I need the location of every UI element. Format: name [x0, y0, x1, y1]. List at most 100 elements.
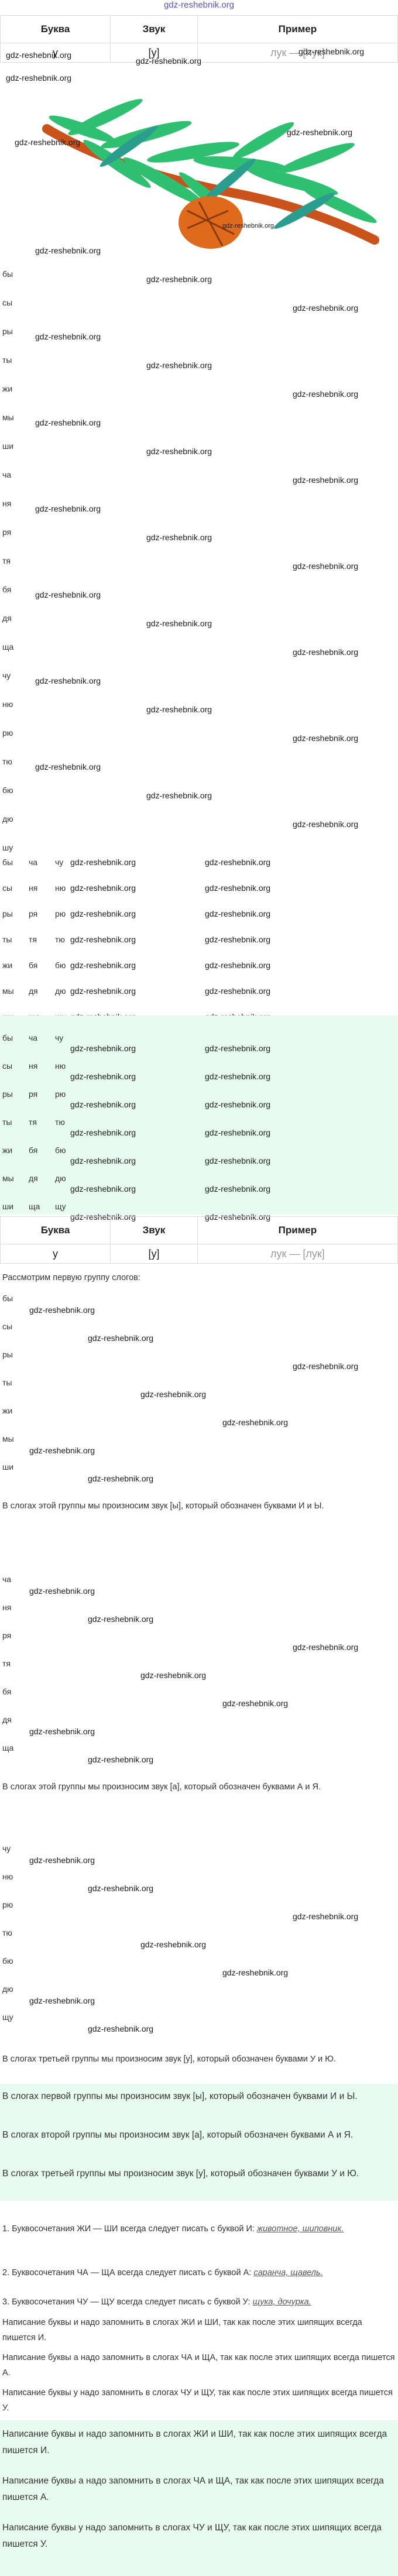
- watermark: gdz-reshebnik.org: [70, 961, 136, 970]
- grid-green-col2-item: ча: [29, 1033, 38, 1042]
- watermark: gdz-reshebnik.org: [35, 590, 101, 599]
- watermark: gdz-reshebnik.org: [146, 791, 212, 800]
- syllable-item: ры: [2, 327, 13, 336]
- header-example: Пример: [197, 15, 398, 43]
- grid-col3-item: рю: [55, 909, 66, 918]
- group3-item: щу: [2, 2012, 13, 2022]
- note-repeat-3: Написание буквы у надо запомнить в слога…: [2, 2523, 382, 2549]
- watermark: gdz-reshebnik.org: [222, 1699, 289, 1708]
- pine-branch-illustration: [35, 94, 386, 254]
- watermark: gdz-reshebnik.org: [205, 1072, 271, 1081]
- watermark: gdz-reshebnik.org: [140, 1390, 207, 1399]
- watermark: gdz-reshebnik.org: [88, 1884, 154, 1893]
- site-title[interactable]: gdz-reshebnik.org: [0, 0, 398, 13]
- grid-col3-item: дю: [55, 986, 66, 996]
- watermark: gdz-reshebnik.org: [29, 1855, 95, 1865]
- watermark: gdz-reshebnik.org: [29, 1586, 95, 1596]
- group3-item: чу: [2, 1844, 11, 1853]
- note-3: Написание буквы у надо запомнить в слога…: [2, 2388, 393, 2413]
- watermark: gdz-reshebnik.org: [35, 504, 101, 513]
- syllable-item: ши: [2, 441, 14, 451]
- intro-text: Рассмотрим первую группу слогов:: [2, 1273, 140, 1282]
- rule-3-text: 3. Буквосочетания ЧУ — ЩУ всегда следует…: [2, 2297, 251, 2307]
- rule-3: 3. Буквосочетания ЧУ — ЩУ всегда следует…: [2, 2294, 396, 2310]
- note-repeat-2: Написание буквы а надо запомнить в слога…: [2, 2476, 384, 2502]
- grid-col3-item: ню: [55, 883, 66, 893]
- grid-green-col2-item: дя: [29, 1174, 38, 1183]
- grid-green-col1-item: ши: [2, 1202, 14, 1211]
- header-sound: Звук: [110, 15, 198, 43]
- rule-2-text: 2. Буквосочетания ЧА — ЩА всегда следует…: [2, 2268, 252, 2277]
- watermark: gdz-reshebnik.org: [29, 1996, 95, 2005]
- group2-explanation: В слогах этой группы мы произносим звук …: [2, 1782, 321, 1792]
- watermark: gdz-reshebnik.org: [205, 1044, 271, 1053]
- syllable-item: ню: [2, 699, 13, 709]
- rule-2-examples: саранча, щавель.: [253, 2268, 323, 2277]
- watermark: gdz-reshebnik.org: [15, 138, 81, 147]
- grid-col3-item: бю: [55, 961, 66, 970]
- grid-col1-item: сы: [2, 883, 13, 893]
- watermark: gdz-reshebnik.org: [293, 647, 359, 657]
- rule-2: 2. Буквосочетания ЧА — ЩА всегда следует…: [2, 2265, 396, 2280]
- watermark: gdz-reshebnik.org: [88, 1755, 154, 1764]
- watermark: gdz-reshebnik.org: [222, 1418, 289, 1427]
- grid-col1-item: жи: [2, 961, 13, 970]
- watermark: gdz-reshebnik.org: [136, 56, 202, 66]
- watermark: gdz-reshebnik.org: [205, 961, 271, 970]
- watermark: gdz-reshebnik.org: [70, 1044, 136, 1053]
- watermark: gdz-reshebnik.org: [6, 50, 72, 60]
- watermark: gdz-reshebnik.org: [205, 1100, 271, 1109]
- group1-item: бы: [2, 1294, 13, 1303]
- watermark: gdz-reshebnik.org: [293, 1642, 359, 1652]
- watermark: gdz-reshebnik.org: [70, 1184, 136, 1193]
- grid-green-col2-item: бя: [29, 1145, 38, 1155]
- syllable-item: ты: [2, 355, 12, 365]
- grid-green-col3-item: чу: [55, 1033, 64, 1042]
- watermark: gdz-reshebnik.org: [205, 883, 271, 893]
- header-example: Пример: [197, 1216, 398, 1244]
- note-repeat-1: Написание буквы и надо запомнить в слога…: [2, 2429, 387, 2455]
- watermark: gdz-reshebnik.org: [146, 619, 212, 628]
- grid-green-col3-item: тю: [55, 1117, 65, 1127]
- watermark: gdz-reshebnik.org: [293, 561, 359, 571]
- grid-col2-item: тя: [29, 935, 37, 944]
- grid-col1-item: ты: [2, 935, 12, 944]
- syllable-item: дя: [2, 613, 12, 623]
- syllable-item: чу: [2, 671, 11, 680]
- grid-green-col2-item: ща: [29, 1202, 40, 1211]
- watermark: gdz-reshebnik.org: [146, 361, 212, 370]
- summary-1: В слогах первой группы мы произносим зву…: [2, 2091, 358, 2101]
- watermark: gdz-reshebnik.org: [88, 1333, 154, 1343]
- grid-col3-item: тю: [55, 935, 65, 944]
- watermark: gdz-reshebnik.org: [222, 1968, 289, 1977]
- syllable-item: рю: [2, 728, 13, 738]
- watermark: gdz-reshebnik.org: [70, 935, 136, 944]
- rule-1: 1. Буквосочетания ЖИ — ШИ всегда следует…: [2, 2221, 396, 2237]
- watermark: gdz-reshebnik.org: [293, 733, 359, 743]
- watermark: gdz-reshebnik.org: [205, 1128, 271, 1137]
- summary-3: В слогах третьей группы мы произносим зв…: [2, 2169, 359, 2179]
- watermark: gdz-reshebnik.org: [70, 909, 136, 918]
- cell-sound: [у]: [110, 1244, 198, 1264]
- syllable-item: ря: [2, 527, 12, 537]
- rule-1-examples: животное, шиповник.: [257, 2224, 344, 2234]
- rule-1-text: 1. Буквосочетания ЖИ — ШИ всегда следует…: [2, 2224, 255, 2234]
- watermark: gdz-reshebnik.org: [287, 128, 353, 137]
- watermark: gdz-reshebnik.org: [205, 909, 271, 918]
- group2-item: ня: [2, 1603, 12, 1612]
- grid-green-col3-item: щу: [55, 1202, 66, 1211]
- grid-green-col3-item: рю: [55, 1089, 66, 1099]
- group3-item: тю: [2, 1928, 12, 1937]
- grid-green-col1-item: ры: [2, 1089, 13, 1099]
- rule-3-examples: щука, дочурка.: [252, 2297, 311, 2307]
- watermark: gdz-reshebnik.org: [35, 418, 101, 427]
- watermark: gdz-reshebnik.org: [29, 1727, 95, 1736]
- cell-example: лук — [лук]: [197, 43, 398, 63]
- watermark: gdz-reshebnik.org: [70, 1156, 136, 1165]
- header-letter: Буква: [0, 1216, 111, 1244]
- grid-green-col1-item: жи: [2, 1145, 13, 1155]
- group2-item: дя: [2, 1715, 12, 1724]
- watermark: gdz-reshebnik.org: [146, 275, 212, 284]
- grid-col2-item: ря: [29, 909, 38, 918]
- grid-green-col2-item: ня: [29, 1061, 38, 1071]
